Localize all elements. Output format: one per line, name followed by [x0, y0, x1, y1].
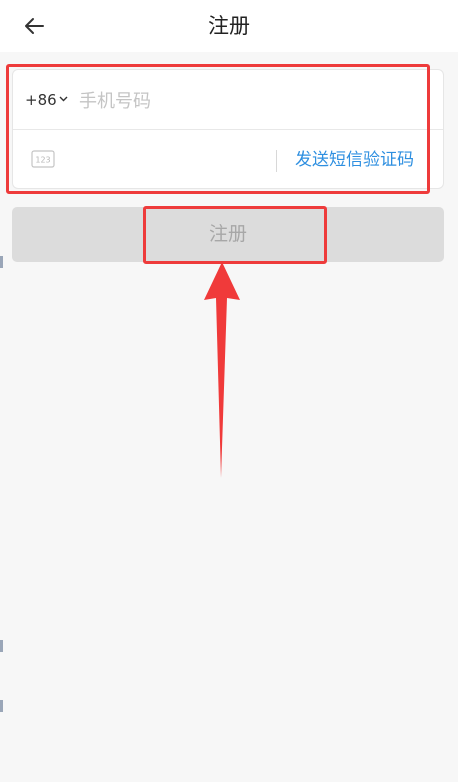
country-code-label: +86	[25, 91, 57, 109]
sms-code-input[interactable]	[77, 140, 271, 182]
svg-text:123: 123	[35, 156, 50, 165]
country-code-selector[interactable]: +86	[25, 70, 68, 130]
phone-row: +86	[13, 70, 443, 130]
register-button[interactable]: 注册	[12, 207, 444, 262]
sms-code-row: 123 发送短信验证码	[13, 130, 443, 190]
page-title: 注册	[208, 14, 250, 38]
edge-marker	[0, 256, 3, 268]
send-sms-code-button[interactable]: 发送短信验证码	[295, 130, 414, 190]
phone-number-input[interactable]	[77, 80, 431, 122]
registration-form: +86 123 发送短信验证码	[12, 69, 444, 189]
chevron-down-icon	[59, 96, 68, 101]
top-navbar: 注册	[0, 0, 458, 52]
keypad-123-icon: 123	[31, 150, 55, 168]
annotation-arrow-up-icon	[204, 262, 240, 478]
edge-marker	[0, 640, 3, 652]
field-divider	[276, 150, 277, 172]
edge-marker	[0, 700, 3, 712]
